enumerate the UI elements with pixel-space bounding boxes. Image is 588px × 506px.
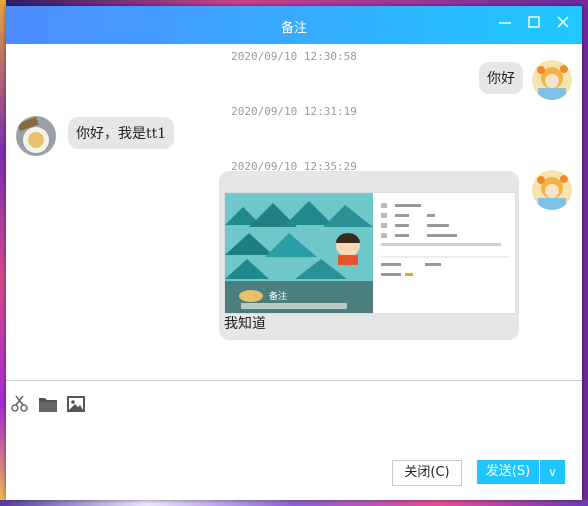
my-avatar[interactable]	[532, 60, 572, 100]
input-divider	[6, 380, 582, 381]
message-bubble-outgoing-image[interactable]: 备注 我知道	[219, 171, 519, 340]
scissors-icon	[11, 395, 28, 412]
avatar-teacup-icon	[16, 116, 56, 156]
message-list[interactable]: 2020/09/10 12:30:58 你好 2020/09/10 12:31:…	[6, 44, 582, 380]
contact-avatar[interactable]	[16, 116, 56, 156]
svg-text:备注: 备注	[269, 290, 287, 302]
maximize-button[interactable]	[523, 13, 545, 35]
message-text: 我知道	[224, 316, 266, 332]
send-button[interactable]: 发送(S)	[477, 460, 539, 484]
screenshot-attachment[interactable]: 备注	[224, 192, 516, 314]
send-image-button[interactable]	[66, 395, 86, 413]
chat-window: 备注 2020/09/10 12:30:58 你好 2020/09/10 12:…	[6, 6, 582, 500]
message-bubble-incoming[interactable]: 你好，我是tt1	[68, 117, 175, 149]
screenshot-button[interactable]	[10, 395, 30, 413]
title-bar[interactable]: 备注	[6, 6, 582, 44]
message-bubble-outgoing[interactable]: 你好	[479, 62, 523, 94]
close-icon	[557, 16, 569, 28]
close-button[interactable]: 关闭(C)	[392, 460, 462, 486]
send-options-dropdown[interactable]: ∨	[540, 460, 565, 484]
my-avatar[interactable]	[532, 170, 572, 210]
minimize-button[interactable]	[494, 13, 516, 35]
close-window-button[interactable]	[552, 13, 574, 35]
maximize-icon	[528, 16, 540, 28]
send-file-button[interactable]	[38, 395, 58, 413]
folder-icon	[39, 398, 57, 412]
image-icon	[67, 396, 85, 412]
avatar-anime-icon	[532, 170, 572, 210]
attachment-image-icon: 备注	[225, 193, 515, 313]
desktop-wallpaper-edge-bottom	[0, 500, 588, 506]
message-text: 你好	[487, 71, 515, 87]
message-text: 你好，我是tt1	[76, 126, 167, 142]
avatar-anime-icon	[532, 60, 572, 100]
minimize-icon	[499, 22, 511, 24]
message-input[interactable]	[12, 418, 578, 460]
